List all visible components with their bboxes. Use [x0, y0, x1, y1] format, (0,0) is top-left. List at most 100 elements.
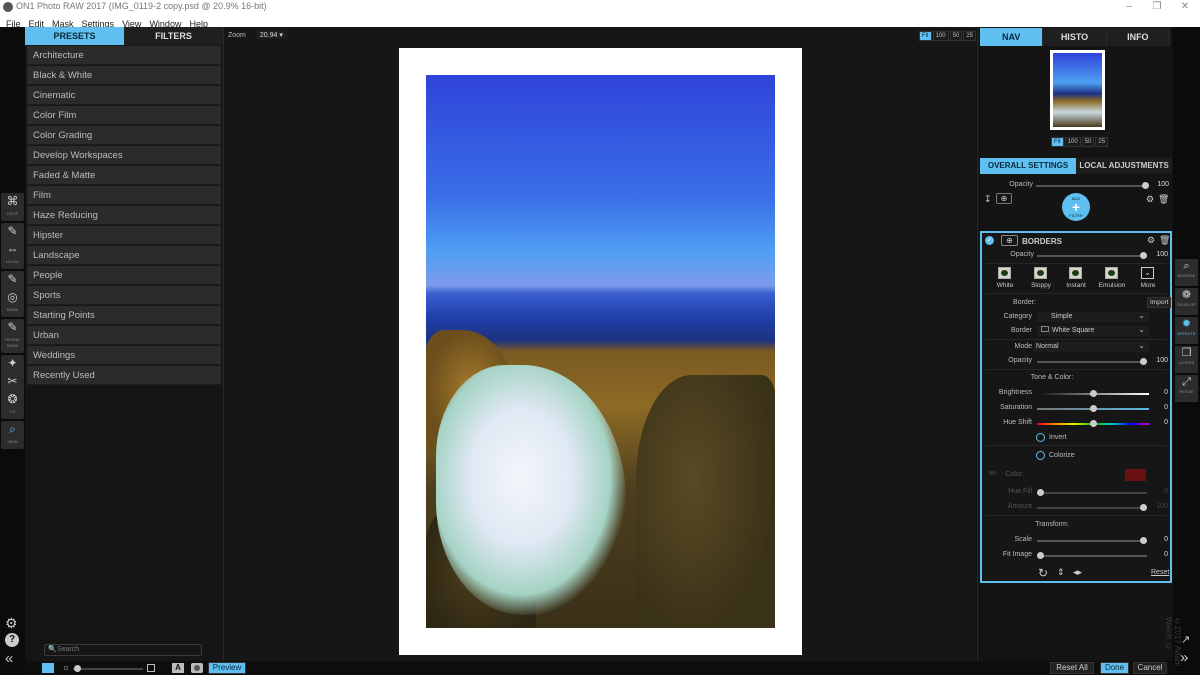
slider-knob[interactable] [1142, 182, 1149, 189]
preset-category-item[interactable]: Starting Points [27, 306, 221, 325]
invert-radio[interactable] [1036, 433, 1045, 442]
category-dropdown[interactable]: Simple ⌄ [1037, 311, 1149, 322]
gear-icon[interactable]: ⚙ [1146, 194, 1154, 205]
slider-knob[interactable] [1140, 504, 1147, 511]
slider-knob[interactable] [1140, 252, 1147, 259]
masking-brush-icon[interactable]: ✎ [1, 271, 24, 289]
preset-category-item[interactable]: Develop Workspaces [27, 146, 221, 165]
preset-category-item[interactable]: Film [27, 186, 221, 205]
border-preset-thumbnail[interactable] [1069, 267, 1082, 279]
local-icon[interactable]: ⇔ [1, 241, 24, 259]
border-dropdown[interactable]: White Square ⌄ [1037, 325, 1149, 336]
slider-knob[interactable] [1140, 358, 1147, 365]
tab-nav[interactable]: NAV [980, 28, 1044, 46]
rotate-icon[interactable]: ↻ [1038, 566, 1048, 580]
navigator-thumbnail[interactable] [1050, 50, 1105, 130]
view-mode-single-icon[interactable] [42, 663, 54, 673]
color-swatch[interactable] [1125, 469, 1146, 481]
saturation-slider[interactable] [1037, 405, 1149, 412]
slider-knob[interactable] [74, 665, 81, 672]
trash-icon[interactable]: 🗑 [1158, 194, 1169, 205]
preset-category-item[interactable]: Urban [27, 326, 221, 345]
hue-shift-slider[interactable] [1037, 420, 1149, 427]
cancel-button[interactable]: Cancel [1133, 662, 1167, 674]
export-icon[interactable]: ↗ [1181, 633, 1190, 646]
filter-enabled-checkbox[interactable]: ✓ [985, 236, 994, 245]
border-preset-thumbnail[interactable] [998, 267, 1011, 279]
tab-presets[interactable]: PRESETS [25, 27, 124, 45]
done-button[interactable]: Done [1100, 662, 1129, 674]
slider-knob[interactable] [1037, 552, 1044, 559]
preset-category-item[interactable]: People [27, 266, 221, 285]
preset-category-item[interactable]: Weddings [27, 346, 221, 365]
bandaid-icon[interactable]: ✂ [1, 373, 24, 391]
gear-icon[interactable]: ⚙ [5, 615, 18, 632]
preset-category-item[interactable]: Cinematic [27, 86, 221, 105]
tab-info[interactable]: INFO [1106, 28, 1170, 46]
thumbnail-size-slider[interactable] [73, 665, 143, 672]
nav-zoom-100-button[interactable]: 100 [1064, 137, 1081, 147]
colorize-radio[interactable] [1036, 451, 1045, 460]
maximize-icon[interactable]: ❐ [1142, 0, 1172, 14]
close-icon[interactable]: ✕ [1170, 0, 1200, 14]
reset-link[interactable]: Reset [1151, 569, 1169, 576]
mask-view-icon[interactable] [191, 663, 203, 673]
retouch-icon[interactable]: ✦ [1, 355, 24, 373]
fit-image-slider[interactable] [1037, 552, 1147, 559]
help-icon[interactable]: ? [5, 633, 19, 647]
refine-brush-icon[interactable]: ✎ [1, 319, 24, 337]
stamp-icon[interactable]: ❂ [1, 391, 24, 409]
zoom-25-button[interactable]: 25 [963, 31, 976, 41]
develop-module-button[interactable]: ❁ DEVELOP [1175, 288, 1198, 315]
overall-opacity-slider[interactable] [1036, 182, 1149, 189]
collapse-left-icon[interactable]: « [5, 650, 13, 667]
preset-category-item[interactable]: Black & White [27, 66, 221, 85]
preset-category-item[interactable]: Sports [27, 286, 221, 305]
preset-category-item[interactable]: Color Grading [27, 126, 221, 145]
preset-category-item[interactable]: Color Film [27, 106, 221, 125]
nav-zoom-50-button[interactable]: 50 [1081, 137, 1095, 147]
filter-opacity-slider[interactable] [1037, 252, 1147, 259]
nav-zoom-fit-button[interactable]: Fit [1051, 137, 1064, 147]
add-mask-icon[interactable]: ⊕ [1001, 235, 1018, 246]
zoom-100-button[interactable]: 100 [932, 31, 949, 41]
hue-fill-slider[interactable] [1037, 489, 1147, 496]
slider-knob[interactable] [1089, 405, 1097, 412]
save-preset-icon[interactable]: ↧ [984, 194, 992, 205]
add-layer-icon[interactable]: ⊕ [996, 193, 1012, 204]
preset-category-item[interactable]: Architecture [27, 46, 221, 65]
slider-knob[interactable] [1140, 537, 1147, 544]
preview-button[interactable]: Preview [208, 662, 246, 674]
effects-module-button[interactable]: ✹ EFFECTS [1175, 317, 1198, 344]
tab-local-adjustments[interactable]: LOCAL ADJUSTMENTS [1076, 158, 1172, 174]
tab-filters[interactable]: FILTERS [124, 27, 223, 45]
preset-category-item[interactable]: Faded & Matte [27, 166, 221, 185]
slider-knob[interactable] [1089, 420, 1097, 427]
preset-category-item[interactable]: Hipster [27, 226, 221, 245]
flip-vertical-icon[interactable]: ⇕ [1057, 567, 1065, 578]
photo-with-border[interactable] [399, 48, 802, 655]
brightness-slider[interactable] [1037, 390, 1149, 397]
mode-dropdown[interactable]: Normal ⌄ [1034, 341, 1149, 352]
preset-category-item[interactable]: Landscape [27, 246, 221, 265]
nav-zoom-25-button[interactable]: 25 [1095, 137, 1109, 147]
reset-all-button[interactable]: Reset All [1050, 662, 1094, 674]
border-preset-thumbnail[interactable] [1034, 267, 1047, 279]
mask-icon[interactable]: ◎ [1, 289, 24, 307]
browse-module-button[interactable]: ⌕ BROWSE [1175, 259, 1198, 286]
scale-slider[interactable] [1037, 537, 1147, 544]
view-zoom-icon[interactable]: ⌕ [1, 421, 24, 439]
slider-knob[interactable] [1037, 489, 1044, 496]
mode-opacity-slider[interactable] [1037, 358, 1147, 365]
preset-category-item[interactable]: Recently Used [27, 366, 221, 385]
brush-icon[interactable]: ✎ [1, 223, 24, 241]
preset-category-item[interactable]: Haze Reducing [27, 206, 221, 225]
border-preset-thumbnail[interactable] [1105, 267, 1118, 279]
import-button[interactable]: Import [1147, 297, 1172, 308]
layers-module-button[interactable]: ❐ LAYERS [1175, 346, 1198, 373]
add-filter-button[interactable]: ADD + FILTER [1062, 193, 1090, 221]
minimize-icon[interactable]: – [1114, 0, 1144, 14]
zoom-50-button[interactable]: 50 [949, 31, 963, 41]
more-presets-icon[interactable]: ⌄ [1141, 267, 1154, 279]
tab-histo[interactable]: HISTO [1043, 28, 1107, 46]
